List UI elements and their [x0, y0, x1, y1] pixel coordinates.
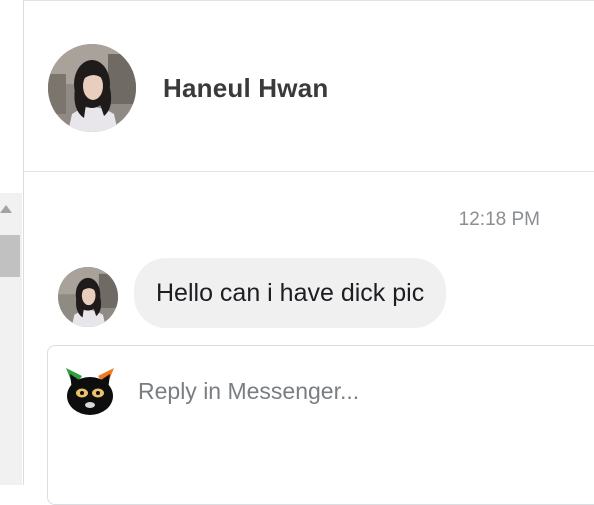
message-text: Hello can i have dick pic: [156, 278, 425, 307]
scroll-up-arrow-icon[interactable]: [0, 205, 12, 213]
contact-avatar[interactable]: [48, 44, 136, 132]
sender-photo-icon: [58, 267, 118, 327]
black-cat-icon: [64, 364, 116, 416]
contact-photo-icon: [48, 44, 136, 132]
message-bubble[interactable]: Hello can i have dick pic: [134, 258, 447, 328]
scrollbar-thumb[interactable]: [0, 235, 20, 277]
left-scrollbar[interactable]: [0, 0, 22, 485]
reply-input[interactable]: [138, 374, 558, 408]
reply-composer[interactable]: [47, 345, 594, 505]
header-divider: [24, 171, 594, 172]
message-sender-avatar[interactable]: [58, 267, 118, 327]
user-avatar[interactable]: [64, 364, 116, 416]
message-timestamp: 12:18 PM: [458, 209, 540, 230]
contact-name[interactable]: Haneul Hwan: [163, 73, 328, 104]
